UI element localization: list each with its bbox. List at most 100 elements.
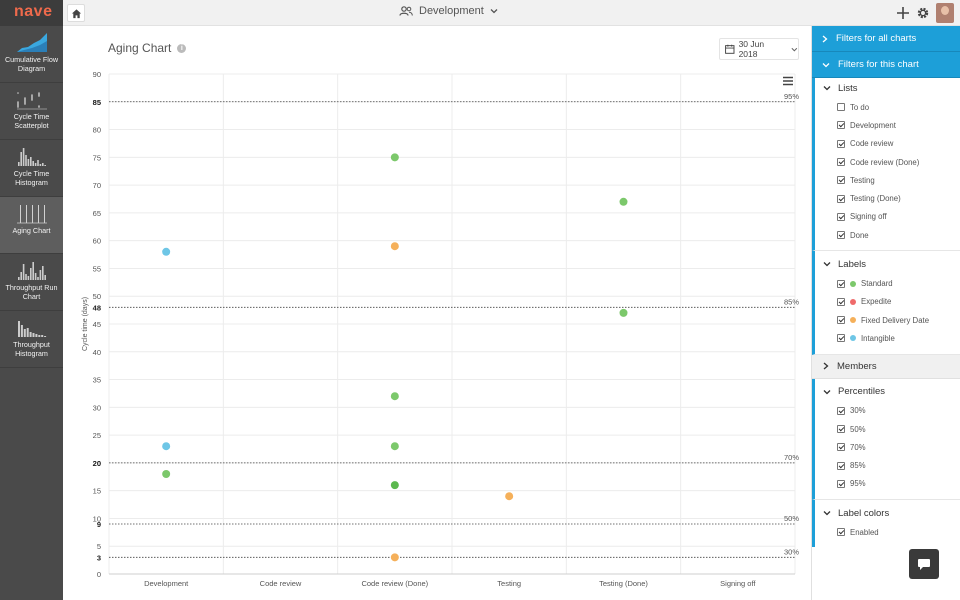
chevron-down-icon	[822, 62, 830, 67]
filter-option[interactable]: Signing off	[815, 208, 960, 226]
chevron-down-icon	[823, 262, 831, 267]
y-tick-label: 50	[93, 292, 101, 301]
data-point	[162, 247, 171, 256]
run-chart-icon	[17, 262, 46, 280]
checkbox-unchecked-icon[interactable]	[837, 103, 845, 112]
data-point	[390, 392, 399, 401]
y-tick-label: 5	[97, 542, 101, 551]
sidebar-item-aging-chart[interactable]: Aging Chart	[0, 197, 63, 254]
x-tick-label: Signing off	[720, 579, 756, 588]
data-point	[619, 308, 628, 317]
sidebar-item-cumulative-flow[interactable]: Cumulative Flow Diagram	[0, 26, 63, 83]
label-color-dot	[850, 280, 856, 287]
checkbox-checked-icon[interactable]	[837, 461, 845, 470]
filter-option-label: 70%	[850, 442, 866, 452]
checkbox-checked-icon[interactable]	[837, 297, 845, 306]
filter-option[interactable]: Development	[815, 116, 960, 134]
checkbox-checked-icon[interactable]	[837, 528, 845, 537]
labels-header[interactable]: Labels	[815, 254, 960, 274]
y-tick-label: 20	[93, 459, 101, 468]
filter-option[interactable]: To do	[815, 98, 960, 116]
y-tick-label: 70	[93, 181, 101, 190]
filter-option-label: Enabled	[850, 527, 879, 537]
home-button[interactable]	[67, 4, 85, 22]
checkbox-checked-icon[interactable]	[837, 176, 845, 185]
filter-panel: Filters for all charts Filters for this …	[811, 26, 960, 600]
filter-option[interactable]: Standard	[815, 274, 960, 292]
sidebar-item-scatterplot[interactable]: Cycle Time Scatterplot	[0, 83, 63, 140]
chat-icon	[918, 558, 930, 570]
checkbox-checked-icon[interactable]	[837, 279, 845, 288]
chat-button[interactable]	[909, 549, 939, 579]
filter-option[interactable]: 50%	[815, 420, 960, 438]
checkbox-checked-icon[interactable]	[837, 316, 845, 325]
sidebar-nav: Cumulative Flow Diagram Cycle Time Scatte…	[0, 26, 63, 368]
filter-option[interactable]: Expedite	[815, 293, 960, 311]
sidebar-item-histogram[interactable]: Cycle Time Histogram	[0, 140, 63, 197]
filter-option[interactable]: Code review	[815, 135, 960, 153]
checkbox-checked-icon[interactable]	[837, 479, 845, 488]
chevron-down-icon	[791, 47, 798, 51]
chart-header: Aging Chart i	[108, 41, 187, 55]
x-tick-label: Code review	[260, 579, 302, 588]
lists-header[interactable]: Lists	[815, 78, 960, 98]
chevron-right-icon	[823, 362, 829, 370]
labels-section: Labels Standard Expedite Fixed Delivery Da…	[812, 251, 960, 355]
members-section[interactable]: Members	[812, 354, 960, 379]
percentile-value: 48	[93, 303, 101, 312]
label-colors-header[interactable]: Label colors	[815, 503, 960, 523]
checkbox-checked-icon[interactable]	[837, 443, 845, 452]
date-value: 30 Jun 2018	[738, 39, 765, 59]
aging-chart-icon	[16, 205, 47, 224]
checkbox-checked-icon[interactable]	[837, 194, 845, 203]
filter-option[interactable]: Enabled	[815, 523, 960, 541]
filter-option[interactable]: Code review (Done)	[815, 153, 960, 171]
filter-option-label: To do	[850, 102, 870, 112]
checkbox-checked-icon[interactable]	[837, 158, 845, 167]
plus-icon[interactable]	[896, 6, 910, 20]
filter-option[interactable]: 70%	[815, 438, 960, 456]
info-icon[interactable]: i	[177, 43, 187, 53]
team-icon	[399, 6, 413, 16]
filters-all-charts[interactable]: Filters for all charts	[812, 26, 960, 52]
filters-this-chart[interactable]: Filters for this chart	[812, 52, 960, 78]
throughput-histogram-icon	[17, 321, 46, 337]
label-colors-section: Label colors Enabled	[812, 500, 960, 548]
checkbox-checked-icon[interactable]	[837, 406, 845, 415]
filter-option[interactable]: Testing	[815, 171, 960, 189]
checkbox-checked-icon[interactable]	[837, 334, 845, 343]
sidebar-item-throughput-histogram[interactable]: Throughput Histogram	[0, 311, 63, 368]
filter-option[interactable]: Fixed Delivery Date	[815, 311, 960, 329]
chevron-down-icon	[490, 9, 498, 14]
filter-option-label: Done	[850, 230, 869, 240]
sidebar-item-run-chart[interactable]: Throughput Run Chart	[0, 254, 63, 311]
filter-option[interactable]: 85%	[815, 456, 960, 474]
gear-icon[interactable]	[916, 6, 930, 20]
calendar-icon	[725, 44, 735, 54]
filter-option[interactable]: Intangible	[815, 329, 960, 347]
filter-option-label: Testing (Done)	[850, 194, 901, 204]
data-point	[162, 442, 171, 451]
board-selector[interactable]: Development	[399, 5, 498, 17]
checkbox-checked-icon[interactable]	[837, 425, 845, 433]
date-picker[interactable]: 30 Jun 2018	[719, 38, 799, 60]
percentiles-header[interactable]: Percentiles	[815, 382, 960, 402]
chevron-down-icon	[823, 86, 831, 91]
chart-menu-icon[interactable]	[782, 76, 794, 86]
filter-option-label: Code review (Done)	[850, 157, 920, 167]
labels-options: Standard Expedite Fixed Delivery Date Intan…	[815, 274, 960, 347]
filter-option[interactable]: 95%	[815, 475, 960, 493]
checkbox-checked-icon[interactable]	[837, 139, 845, 148]
checkbox-checked-icon[interactable]	[837, 231, 845, 240]
label-colors-title: Label colors	[838, 507, 890, 519]
filter-option[interactable]: 30%	[815, 402, 960, 420]
board-name: Development	[419, 5, 484, 17]
checkbox-checked-icon[interactable]	[837, 121, 845, 130]
cumulative-flow-icon	[16, 33, 47, 52]
filter-option[interactable]: Testing (Done)	[815, 189, 960, 207]
avatar[interactable]	[936, 3, 954, 23]
percentile-value: 20	[93, 459, 101, 468]
top-bar: Development	[63, 0, 960, 26]
filter-option[interactable]: Done	[815, 226, 960, 244]
checkbox-checked-icon[interactable]	[837, 212, 845, 221]
